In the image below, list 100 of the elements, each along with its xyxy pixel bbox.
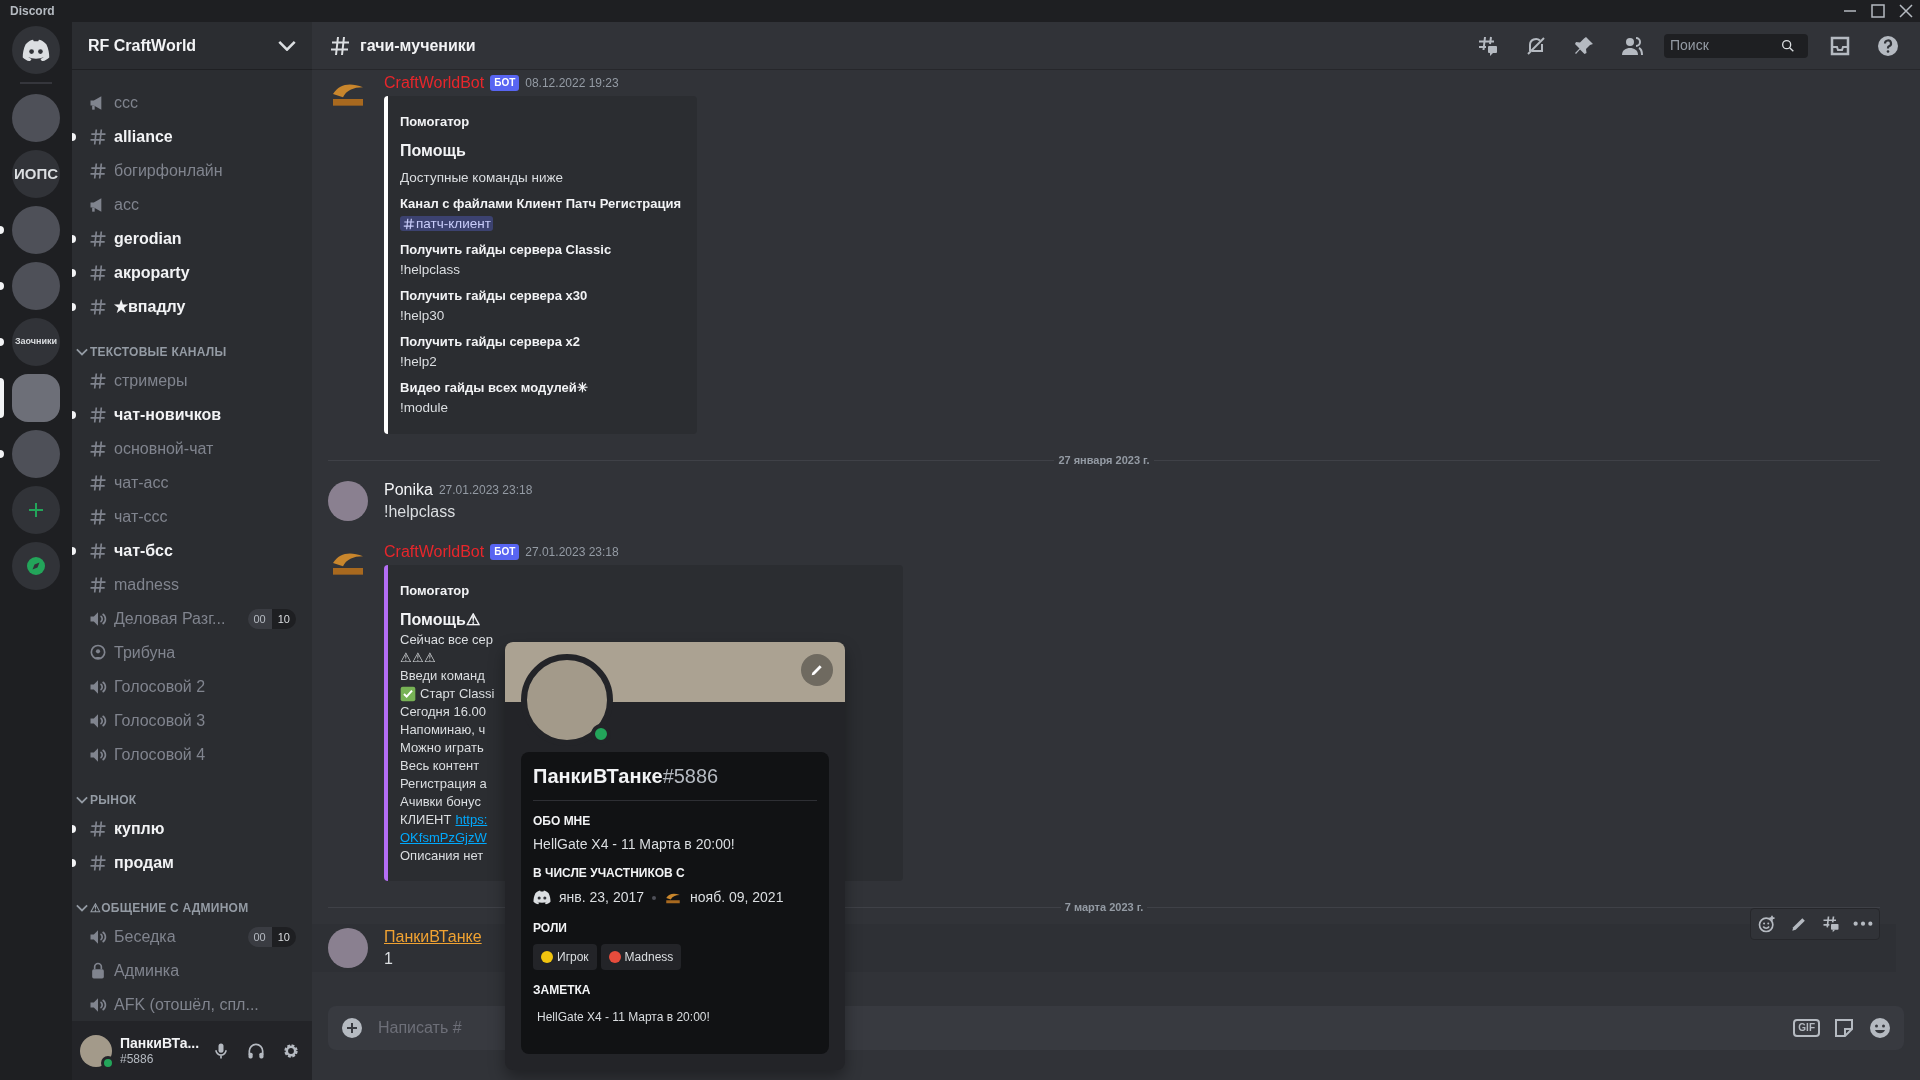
stage-icon [88,643,108,663]
channel-item[interactable]: gerodian [80,222,304,256]
search-box[interactable]: Поиск [1664,33,1808,58]
embed-line: ⚠⚠⚠ [400,649,436,667]
author-name[interactable]: Ponika [384,479,433,501]
channel-item[interactable]: акроparty [80,256,304,290]
home-button[interactable] [12,26,60,74]
channel-item[interactable]: madness [80,568,304,602]
channel-item[interactable]: чат-асс [80,466,304,500]
channel-item[interactable]: Трибуна [80,636,304,670]
unread-indicator [72,269,76,277]
section-heading: ЗАМЕТКА [533,982,592,998]
channel-item[interactable]: Беседка 00 10 [80,920,304,954]
server-name: RF CraftWorld [88,35,197,56]
channel-item[interactable]: чат-ссс [80,500,304,534]
unread-indicator [72,303,76,311]
channel-item[interactable]: богирфонлайн [80,154,304,188]
channel-item[interactable]: Админка [80,954,304,988]
embed-author: Помогатор [400,582,471,600]
channel-name: богирфонлайн [114,161,223,181]
message-text: !helpclass [384,502,457,522]
channel-item[interactable]: acc [80,188,304,222]
unread-indicator [72,411,76,419]
channel-mention[interactable]: патч-клиент [400,216,493,231]
channel-name: Деловая Разг... [114,609,226,629]
channel-item[interactable]: основной-чат [80,432,304,466]
add-server-button[interactable] [12,486,60,534]
checkmark-icon [400,686,416,702]
channel-name: Трибуна [114,643,176,663]
server-indicator [0,282,4,290]
add-reaction-icon [1757,914,1777,934]
author-name[interactable]: ПанкиВТанке [384,926,482,948]
gif-button[interactable]: GIF [1793,1019,1820,1037]
message-text: 1 [384,949,394,969]
category-name: РЫНОК [90,792,137,809]
channel-item[interactable]: Голосовой 4 [80,738,304,772]
embed-field-name: Видео гайды всех модулей✳ [400,379,589,397]
category-name: ⚠ОБЩЕНИЕ С АДМИНОМ [90,900,249,917]
separator-dot [652,895,657,900]
embed-line: Введи команд [400,667,485,685]
category-header[interactable]: ⚠ОБЩЕНИЕ С АДМИНОМ [72,896,312,920]
channel-item[interactable]: ccc [80,86,304,120]
embed-link[interactable]: https: [455,811,488,829]
maximize-icon [1871,4,1885,18]
channel-item[interactable]: чат-новичков [80,398,304,432]
edit-profile-button[interactable] [801,654,833,686]
channel-item[interactable]: Голосовой 2 [80,670,304,704]
search-field[interactable]: Поиск [1670,35,1780,56]
plus-icon [340,1016,364,1040]
embed-title: Помощь [400,141,467,161]
section-heading: ОБО МНЕ [533,813,592,829]
note-field[interactable]: HellGate X4 - 11 Марта в 20:00! [533,1004,817,1042]
minimize-icon [1843,10,1857,12]
category-header[interactable]: РЫНОК [72,788,312,812]
discord-logo-icon [22,38,50,62]
embed-line: Ачивки бонус [400,793,481,811]
server-icon[interactable]: ИОПС [12,150,60,198]
author-name[interactable]: CraftWorldBot [384,72,485,94]
category-header[interactable]: ТЕКСТОВЫЕ КАНАЛЫ [72,340,312,364]
embed-field-name: Получить гайды сервера Classic [400,241,613,259]
explore-button[interactable] [12,542,60,590]
hash-icon [88,297,108,317]
embed-link[interactable]: OKfsmPzGjzW [400,829,487,847]
channel-name: акроparty [114,263,190,283]
channel-item[interactable]: Деловая Разг... 00 10 [80,602,304,636]
section-heading: РОЛИ [533,920,568,936]
channel-item[interactable]: alliance [80,120,304,154]
embed-field-name: Канал с файлами Клиент Патч Регистрация [400,195,682,213]
server-icon[interactable] [12,374,60,422]
hash-icon [88,263,108,283]
server-indicator [0,450,4,458]
hash-icon [402,217,416,232]
channel-title: гачи-мученики [360,35,476,56]
channel-name: ★впадлу [114,297,186,317]
channel-name: продам [114,853,174,873]
unread-indicator [72,859,76,867]
hash-icon [88,405,108,425]
channel-item[interactable]: куплю [80,812,304,846]
channel-name: Голосовой 4 [114,745,206,765]
author-name[interactable]: CraftWorldBot [384,541,485,563]
search-icon [1780,37,1796,54]
user-name: ПанкиВТа... [120,1034,200,1052]
hash-icon [88,853,108,873]
embed-line: Напоминаю, ч [400,721,486,739]
channel-item[interactable]: AFK (отошёл, спл... [80,988,304,1021]
unread-indicator [72,235,76,243]
embed-line: Регистрация а [400,775,487,793]
channel-item[interactable]: продам [80,846,304,880]
channel-name: madness [114,575,179,595]
channel-name: чат-ссс [114,507,168,527]
hash-icon [88,507,108,527]
channel-item[interactable]: ★впадлу [80,290,304,324]
embed-field-name: Получить гайды сервера x2 [400,333,582,351]
avatar-photo-placeholder [328,481,368,521]
embed-field-value: !help2 [400,354,437,369]
server-icon[interactable]: Заочники [12,318,60,366]
channel-item[interactable]: чат-бсс [80,534,304,568]
app-title: Discord [10,3,55,20]
channel-item[interactable]: Голосовой 3 [80,704,304,738]
channel-item[interactable]: стримеры [80,364,304,398]
